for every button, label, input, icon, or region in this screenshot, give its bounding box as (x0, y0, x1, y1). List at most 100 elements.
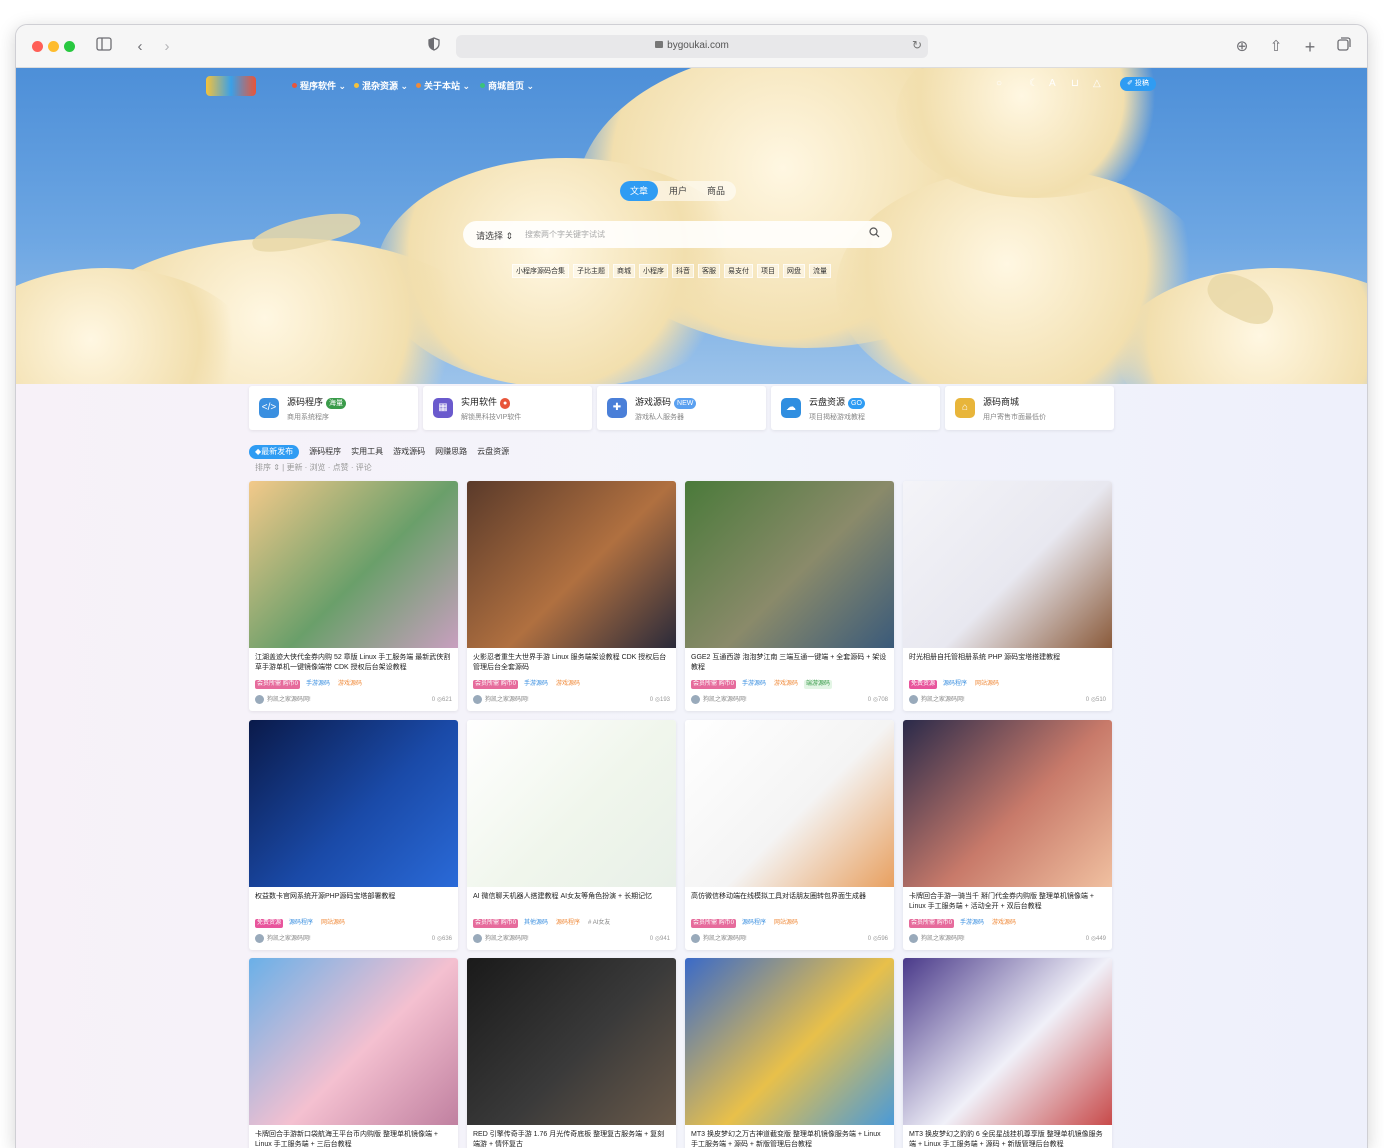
post-badge[interactable]: 手游源码 (958, 919, 986, 928)
post-badge[interactable]: 会员所需 购币0 (691, 919, 737, 928)
search-icon[interactable]: ○ (996, 78, 1002, 89)
forward-icon[interactable]: › (157, 37, 177, 57)
post-title[interactable]: 卡牌回合手游新口袋航海王平台币内购版 整理单机镜像端 + Linux 手工服务端… (255, 1130, 453, 1148)
post-badge[interactable]: 手游源码 (522, 680, 550, 689)
post-author[interactable]: 狗凯之家源码网! (473, 695, 529, 705)
post-badge[interactable]: 源码程序 (287, 919, 315, 928)
post-title[interactable]: 权益数卡官网系统开源PHP源码宝塔部署教程 (255, 892, 453, 902)
post-badge[interactable]: 网站源码 (319, 919, 347, 928)
post-card[interactable]: 时光相册自托管相册系统 PHP 源码宝塔搭建教程 免费资源 源码程序 网站源码 狗凯之家… (903, 481, 1112, 711)
theme-moon-icon[interactable]: ☾ (1029, 78, 1038, 89)
hot-tag[interactable]: 易支付 (724, 264, 753, 278)
post-badge[interactable]: 会员所需 购币0 (255, 680, 301, 689)
post-badge[interactable]: 网站源码 (772, 919, 800, 928)
share-icon[interactable]: ⇧ (1266, 37, 1286, 57)
tab-latest[interactable]: ◆最新发布 (249, 445, 300, 459)
post-badge[interactable]: 游戏源码 (554, 680, 582, 689)
post-badge[interactable]: 网站源码 (973, 680, 1001, 689)
post-author[interactable]: 狗凯之家源码网! (691, 695, 747, 705)
post-badge[interactable]: 游戏源码 (336, 680, 364, 689)
post-badge[interactable]: 源码程序 (941, 680, 969, 689)
search-category-select[interactable]: 请选择 ⇕ (476, 229, 513, 242)
nav-menu-about[interactable]: 关于本站 ⌄ (416, 79, 470, 92)
post-card[interactable]: 权益数卡官网系统开源PHP源码宝塔部署教程 免费资源 源码程序 网站源码 狗凯之家源码网… (249, 720, 458, 950)
tab-source[interactable]: 源码程序 (309, 445, 341, 459)
nav-menu-shop[interactable]: 商城首页 ⌄ (480, 79, 534, 92)
post-title[interactable]: RED 引擎传奇手游 1.76 月光传奇底板 整理复古服务端 + 复刻端游 + … (473, 1130, 671, 1148)
tab-products[interactable]: 商品 (698, 181, 734, 201)
post-thumbnail[interactable] (685, 720, 894, 887)
bell-icon[interactable]: △ (1093, 78, 1101, 89)
post-card[interactable]: GGE2 互通西游 泡泡梦江南 三端互通一键端 + 全套源码 + 架设教程会员所… (685, 481, 894, 711)
post-author[interactable]: 狗凯之家源码网! (255, 695, 311, 705)
category-card-games[interactable]: ✚ 游戏源码 NEW 游戏私人服务器 (597, 386, 766, 430)
tab-articles[interactable]: 文章 (620, 181, 658, 201)
post-card[interactable]: MT3 换皮梦幻之豹豹 6 全民星战挂机尊享版 整理单机镜像服务端 + Linu… (903, 958, 1112, 1148)
post-badge[interactable]: # AI女友 (586, 919, 612, 928)
post-badge[interactable]: 手游源码 (304, 680, 332, 689)
post-badge[interactable]: 源码程序 (554, 919, 582, 928)
back-icon[interactable]: ‹ (130, 37, 150, 57)
site-logo[interactable] (206, 76, 256, 96)
post-author[interactable]: 狗凯之家源码网! (473, 934, 529, 944)
post-badge[interactable]: 端游源码 (804, 680, 833, 689)
post-title[interactable]: 高仿微信移动端在线模拟工具对话朋友圈转包界面生成器 (691, 892, 889, 902)
post-badge[interactable]: 会员所需 购币0 (473, 680, 519, 689)
hot-tag[interactable]: 客服 (698, 264, 720, 278)
category-card-shop[interactable]: ⌂ 源码商城 用户寄售市面最低价 (945, 386, 1114, 430)
address-bar[interactable]: bygoukai.com ↻ (456, 35, 928, 58)
nav-menu-programs[interactable]: 程序软件 ⌄ (292, 79, 346, 92)
post-author[interactable]: 狗凯之家源码网! (255, 934, 311, 944)
hot-tag[interactable]: 抖音 (672, 264, 694, 278)
category-card-cloud[interactable]: ☁ 云盘资源 GO 项目揭秘游戏教程 (771, 386, 940, 430)
nav-menu-resources[interactable]: 混杂资源 ⌄ (354, 79, 408, 92)
post-badge[interactable]: 其他源码 (522, 919, 550, 928)
cart-icon[interactable]: ⊔ (1071, 78, 1079, 89)
maximize-window-button[interactable] (64, 41, 75, 52)
post-title[interactable]: MT3 换皮梦幻之豹豹 6 全民星战挂机尊享版 整理单机镜像服务端 + Linu… (909, 1130, 1107, 1148)
category-card-software[interactable]: ▦ 实用软件 ● 解锁黑科技VIP软件 (423, 386, 592, 430)
tab-overview-icon[interactable] (1334, 37, 1354, 57)
tab-cloud[interactable]: 云盘资源 (477, 445, 509, 459)
post-badge[interactable]: 会员所需 购币0 (473, 919, 519, 928)
post-card[interactable]: 卡牌回合手游新口袋航海王平台币内购版 整理单机镜像端 + Linux 手工服务端… (249, 958, 458, 1148)
post-author[interactable]: 狗凯之家源码网! (909, 934, 965, 944)
post-badge[interactable]: 免费资源 (255, 919, 284, 928)
post-title[interactable]: GGE2 互通西游 泡泡梦江南 三端互通一键端 + 全套源码 + 架设教程 (691, 653, 889, 673)
search-submit-icon[interactable] (869, 227, 880, 241)
post-badge[interactable]: 会员所需 购币0 (691, 680, 737, 689)
post-thumbnail[interactable] (903, 481, 1112, 648)
post-title[interactable]: 卡牌回合手游一骑当千 掰门代金券内购版 整理单机镜像端 + Linux 手工服务… (909, 892, 1107, 912)
hot-tag[interactable]: 网盘 (783, 264, 805, 278)
post-author[interactable]: 狗凯之家源码网! (691, 934, 747, 944)
post-title[interactable]: 江湖盖迹大侠代金券内购 52 章版 Linux 手工服务端 最新武侠割草手游单机… (255, 653, 453, 673)
post-badge[interactable]: 游戏源码 (772, 680, 800, 689)
post-author[interactable]: 狗凯之家源码网! (909, 695, 965, 705)
post-thumbnail[interactable] (467, 481, 676, 648)
post-button[interactable]: ✐ 投稿 (1120, 77, 1156, 91)
post-thumbnail[interactable] (685, 481, 894, 648)
hot-tag[interactable]: 子比主题 (573, 264, 609, 278)
hot-tag[interactable]: 小程序 (639, 264, 668, 278)
category-card-source[interactable]: </> 源码程序 海量 商用系统程序 (249, 386, 418, 430)
post-card[interactable]: AI 微信聊天机器人搭建教程 AI女友等角色扮演 + 长期记忆 会员所需 购币0 其… (467, 720, 676, 950)
close-window-button[interactable] (32, 41, 43, 52)
sort-bar[interactable]: 排序 ⇕ | 更新 · 浏览 · 点赞 · 评论 (255, 462, 372, 473)
sidebar-toggle-icon[interactable] (94, 37, 114, 57)
post-card[interactable]: 高仿微信移动端在线模拟工具对话朋友圈转包界面生成器 会员所需 购币0 源码程序 网站源… (685, 720, 894, 950)
hot-tag[interactable]: 小程序源码合集 (512, 264, 569, 278)
post-badge[interactable]: 免费资源 (909, 680, 938, 689)
post-card[interactable]: 卡牌回合手游一骑当千 掰门代金券内购版 整理单机镜像端 + Linux 手工服务… (903, 720, 1112, 950)
post-thumbnail[interactable] (467, 958, 676, 1125)
tab-tools[interactable]: 实用工具 (351, 445, 383, 459)
reload-icon[interactable]: ↻ (912, 38, 922, 52)
search-box[interactable]: 请选择 ⇕ 搜索两个字关键字试试 (463, 221, 892, 248)
hot-tag[interactable]: 项目 (757, 264, 779, 278)
tab-users[interactable]: 用户 (660, 181, 696, 201)
privacy-shield-icon[interactable] (424, 37, 444, 57)
post-card[interactable]: 火影忍者重生大世界手游 Linux 服务端架设教程 CDK 授权后台管理后台全套… (467, 481, 676, 711)
post-badge[interactable]: 会员所需 购币0 (909, 919, 955, 928)
post-title[interactable]: AI 微信聊天机器人搭建教程 AI女友等角色扮演 + 长期记忆 (473, 892, 671, 902)
post-title[interactable]: MT3 换皮梦幻之万古神道截变版 整理单机镜像服务端 + Linux 手工服务端… (691, 1130, 889, 1148)
post-card[interactable]: RED 引擎传奇手游 1.76 月光传奇底板 整理复古服务端 + 复刻端游 + … (467, 958, 676, 1148)
